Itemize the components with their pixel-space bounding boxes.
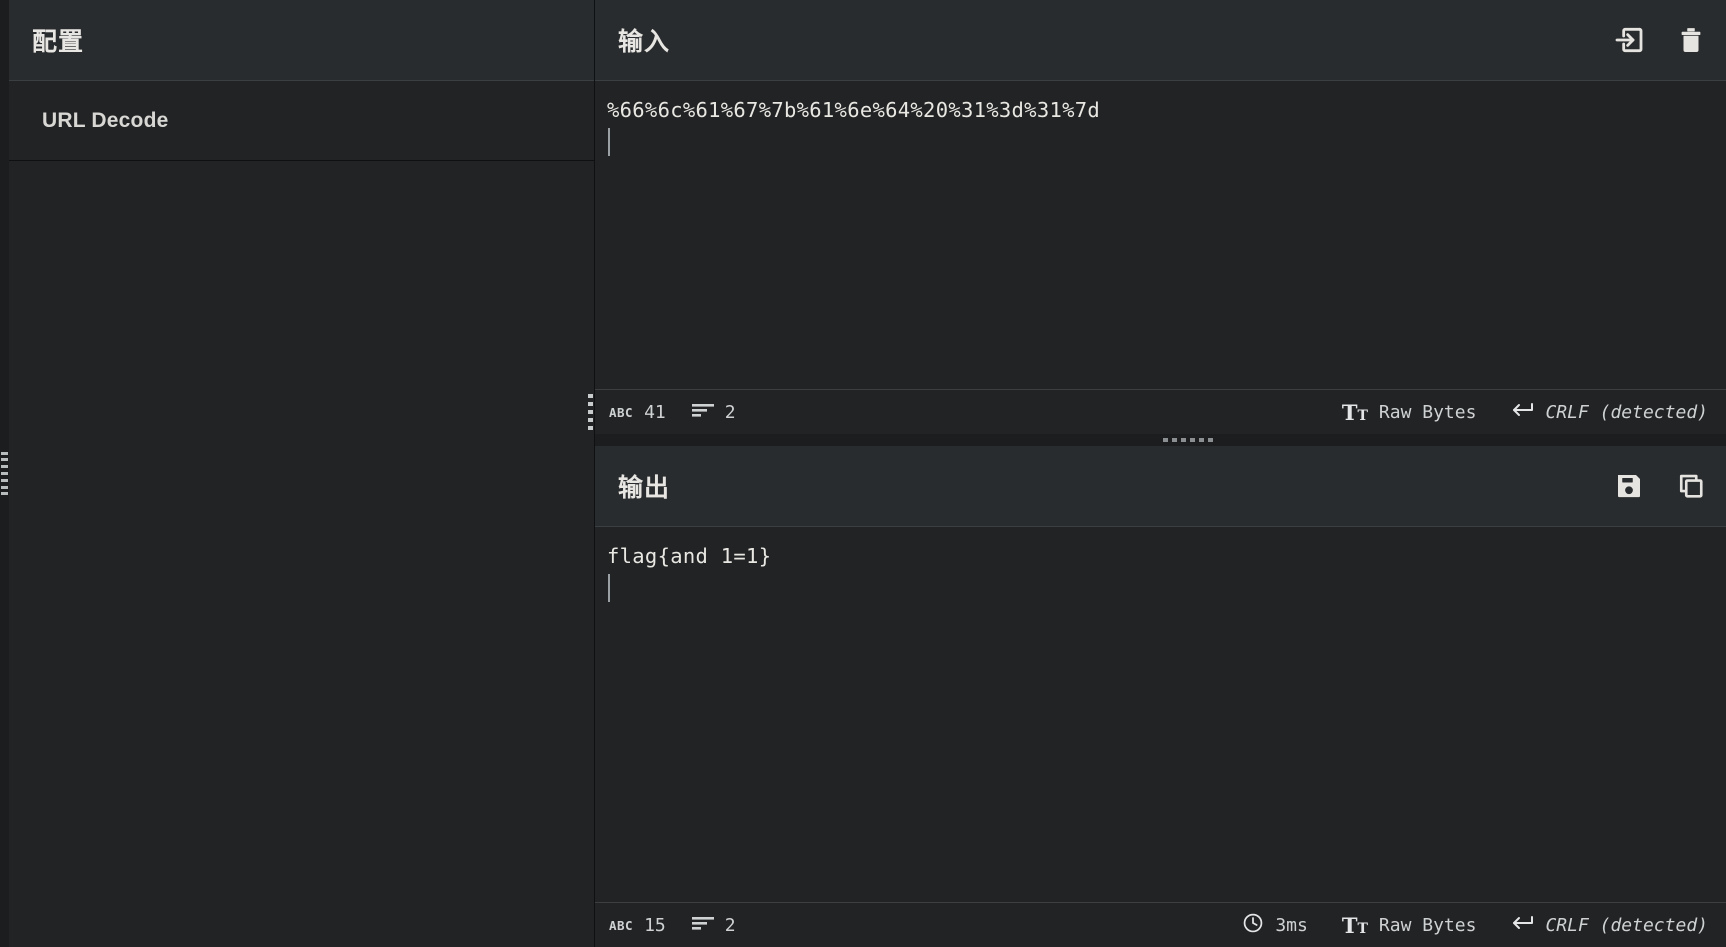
- grip-dot: [1, 458, 8, 462]
- config-operation-list: URL Decode: [9, 81, 594, 947]
- app-root: 配置 URL Decode 输入 %66%6c%61%67%7b%61%6e%6…: [0, 0, 1726, 947]
- trash-icon[interactable]: [1674, 23, 1708, 57]
- output-linebreak[interactable]: CRLF (detected): [1510, 914, 1708, 937]
- output-line-count: 2: [691, 914, 736, 936]
- grip-dot: [1171, 438, 1177, 442]
- grip-dot: [1, 485, 8, 489]
- grip-dot: [588, 418, 593, 422]
- config-item-label: URL Decode: [42, 108, 169, 132]
- io-splitter[interactable]: [595, 434, 1726, 446]
- config-panel: 配置 URL Decode: [9, 0, 595, 947]
- output-line-count-value: 2: [724, 914, 736, 936]
- copy-icon[interactable]: [1674, 469, 1708, 503]
- output-panel-title: 输出: [618, 474, 671, 502]
- input-encoding-value: Raw Bytes: [1378, 401, 1477, 423]
- input-caret: [608, 128, 610, 156]
- input-status-bar: ABC 41 2 TT Raw Bytes CRLF (detected): [588, 389, 1726, 434]
- input-status-left: ABC 41 2: [609, 402, 736, 423]
- grip-dot: [588, 426, 593, 430]
- input-line-count-value: 2: [724, 401, 736, 423]
- input-text-area[interactable]: %66%6c%61%67%7b%61%6e%64%20%31%3d%31%7d: [595, 81, 1726, 389]
- output-caret: [608, 574, 610, 602]
- grip-dot: [1207, 438, 1213, 442]
- font-size-icon: TT: [1341, 399, 1368, 425]
- config-item-url-decode[interactable]: URL Decode: [9, 81, 594, 161]
- output-encoding[interactable]: TT Raw Bytes: [1342, 915, 1477, 936]
- config-header: 配置: [9, 0, 594, 81]
- abc-icon: ABC: [609, 404, 634, 420]
- save-icon[interactable]: [1612, 469, 1646, 503]
- grip-dot: [1162, 438, 1168, 442]
- input-panel-grip[interactable]: [586, 390, 595, 434]
- output-char-count: ABC 15: [609, 915, 666, 936]
- lines-icon: [691, 402, 714, 423]
- output-encoding-value: Raw Bytes: [1378, 914, 1477, 936]
- clock-icon: [1242, 912, 1264, 939]
- output-linebreak-value: CRLF (detected): [1545, 914, 1708, 936]
- io-column: 输入 %66%6c%61%67%7b%61%6e%64%20%31%3d%31%…: [588, 0, 1726, 947]
- left-splitter[interactable]: [0, 0, 9, 947]
- output-status-bar: ABC 15 2 3ms TT Raw Bytes CRLF (detected…: [595, 902, 1726, 947]
- import-input-icon[interactable]: [1612, 23, 1646, 57]
- input-encoding[interactable]: TT Raw Bytes: [1342, 402, 1477, 423]
- output-panel: 输出 flag{and 1=1} ABC 15 2 3ms TT Raw Byt…: [595, 446, 1726, 947]
- output-duration-value: 3ms: [1275, 914, 1308, 936]
- font-size-icon: TT: [1341, 912, 1368, 938]
- grip-dot: [1, 478, 8, 482]
- input-status-right: TT Raw Bytes CRLF (detected): [1342, 401, 1712, 424]
- config-panel-title: 配置: [32, 28, 85, 56]
- grip-dot: [588, 410, 593, 414]
- grip-dot: [1, 492, 8, 496]
- input-text-value: %66%6c%61%67%7b%61%6e%64%20%31%3d%31%7d: [607, 98, 1101, 122]
- grip-dot: [1, 465, 8, 469]
- output-char-count-value: 15: [644, 914, 666, 936]
- grip-dot: [1180, 438, 1186, 442]
- input-line-count: 2: [691, 401, 736, 423]
- grip-dot: [1, 471, 8, 475]
- lines-icon: [691, 915, 714, 936]
- input-actions: [1612, 23, 1708, 57]
- output-status-left: ABC 15 2: [609, 915, 736, 936]
- output-actions: [1612, 469, 1708, 503]
- input-char-count: ABC 41: [609, 402, 666, 423]
- input-panel-title: 输入: [618, 28, 671, 56]
- input-panel: 输入 %66%6c%61%67%7b%61%6e%64%20%31%3d%31%…: [588, 0, 1726, 434]
- grip-dot: [588, 394, 593, 398]
- grip-dot: [1, 451, 8, 455]
- return-arrow-icon: [1510, 401, 1534, 424]
- output-text-area[interactable]: flag{and 1=1}: [595, 527, 1726, 902]
- input-linebreak[interactable]: CRLF (detected): [1510, 401, 1708, 424]
- abc-icon: ABC: [609, 917, 634, 933]
- input-linebreak-value: CRLF (detected): [1545, 401, 1708, 423]
- return-arrow-icon: [1510, 914, 1534, 937]
- left-splitter-grip[interactable]: [1, 451, 8, 496]
- input-header: 输入: [595, 0, 1726, 81]
- grip-dot: [588, 402, 593, 406]
- input-char-count-value: 41: [644, 401, 666, 423]
- output-text-value: flag{and 1=1}: [607, 544, 772, 568]
- grip-dot: [1198, 438, 1204, 442]
- grip-dot: [1189, 438, 1195, 442]
- output-header: 输出: [595, 446, 1726, 527]
- output-status-right: 3ms TT Raw Bytes CRLF (detected): [1242, 912, 1712, 939]
- output-duration: 3ms: [1242, 912, 1308, 939]
